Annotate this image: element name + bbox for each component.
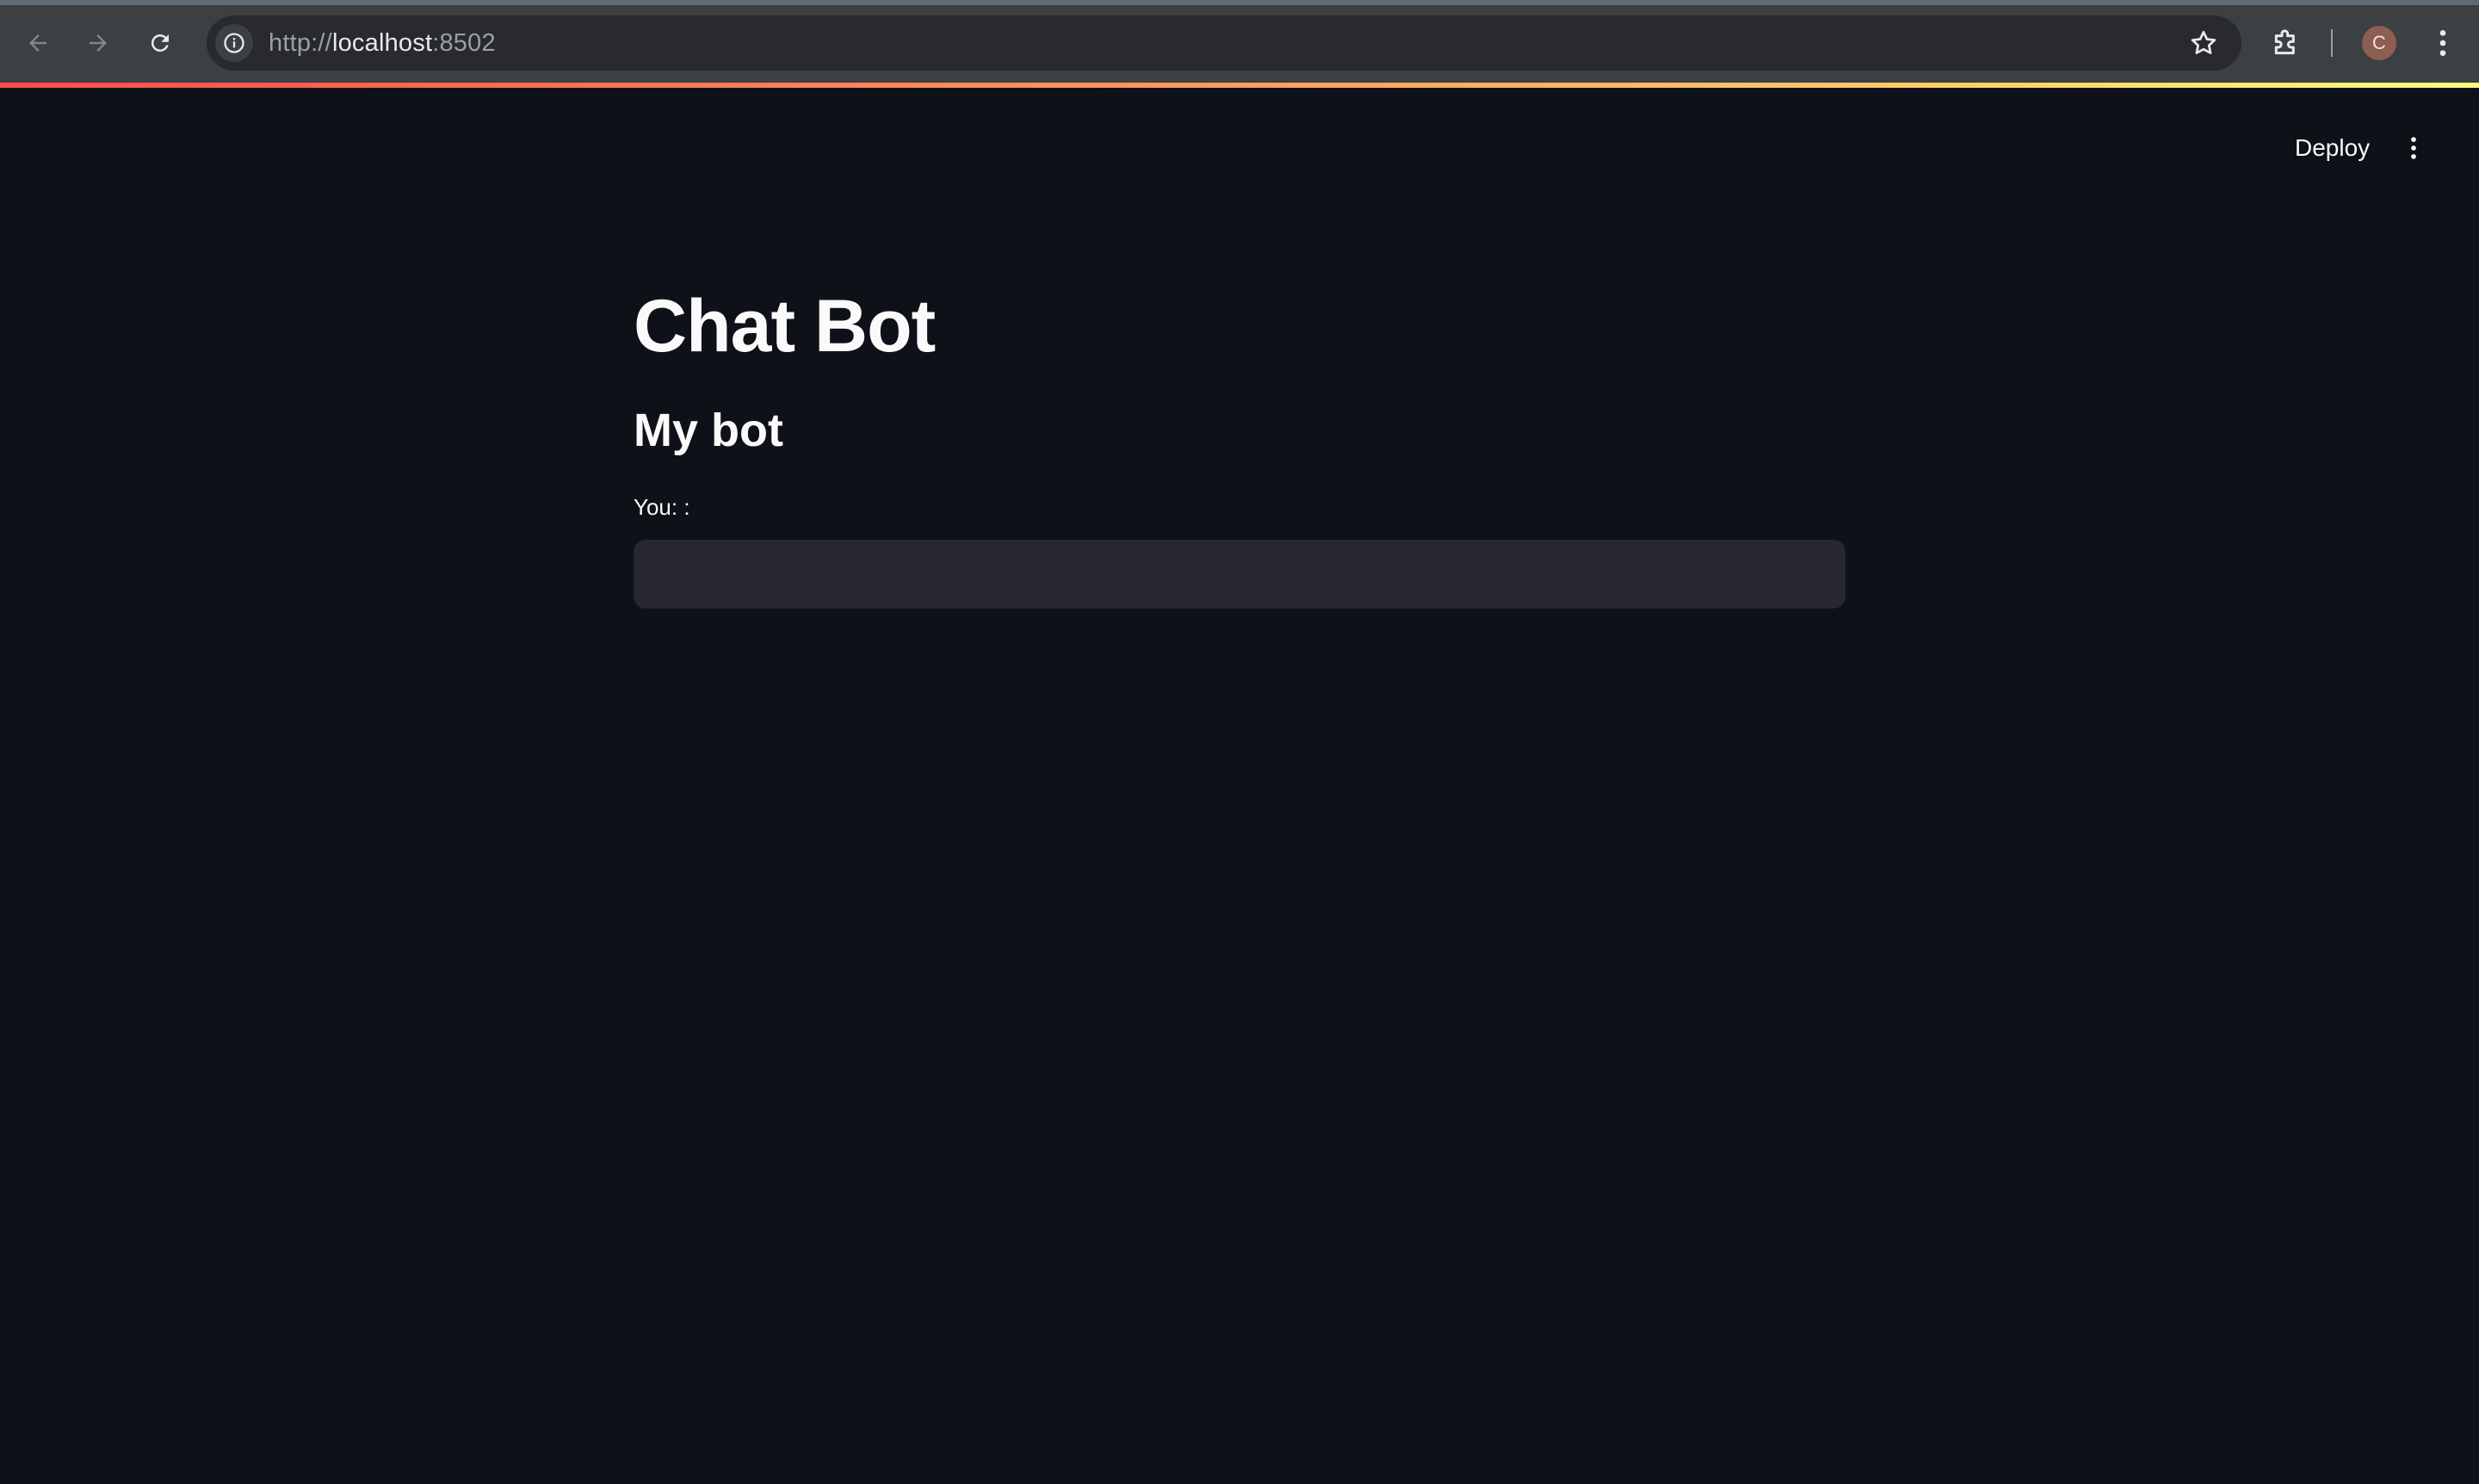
chat-input-field[interactable] — [634, 539, 1845, 609]
address-bar[interactable]: http://localhost:8502 — [207, 15, 2241, 71]
arrow-right-icon — [90, 34, 107, 52]
forward-button[interactable] — [76, 21, 121, 65]
profile-avatar[interactable]: C — [2362, 26, 2396, 60]
url-host: localhost — [331, 28, 433, 57]
app-view: Deploy Chat Bot My bot You: : — [0, 88, 2479, 1484]
app-main-menu-button[interactable] — [2396, 127, 2431, 169]
arrow-left-icon — [29, 34, 46, 52]
site-info-button[interactable] — [215, 24, 253, 62]
subheader: My bot — [634, 404, 783, 456]
back-button[interactable] — [15, 21, 60, 65]
reload-button[interactable] — [138, 21, 182, 65]
url-text[interactable]: http://localhost:8502 — [269, 29, 496, 58]
chat-input-label: You: : — [634, 493, 690, 520]
browser-menu-icon[interactable] — [2426, 26, 2460, 60]
more-vertical-icon — [2411, 137, 2416, 159]
info-icon — [224, 33, 244, 53]
url-port: :8502 — [432, 28, 496, 57]
reload-icon — [151, 34, 169, 52]
toolbar-divider — [2331, 29, 2333, 57]
url-scheme: http:// — [269, 28, 332, 57]
extensions-icon[interactable] — [2269, 26, 2303, 60]
main-content: Chat Bot My bot You: : — [634, 286, 1845, 609]
deploy-button[interactable]: Deploy — [2281, 127, 2383, 169]
browser-toolbar: http://localhost:8502 C — [0, 0, 2479, 86]
bookmark-star-icon[interactable] — [2188, 28, 2219, 59]
tab-strip — [0, 0, 2479, 5]
page-title: Chat Bot — [634, 285, 936, 368]
